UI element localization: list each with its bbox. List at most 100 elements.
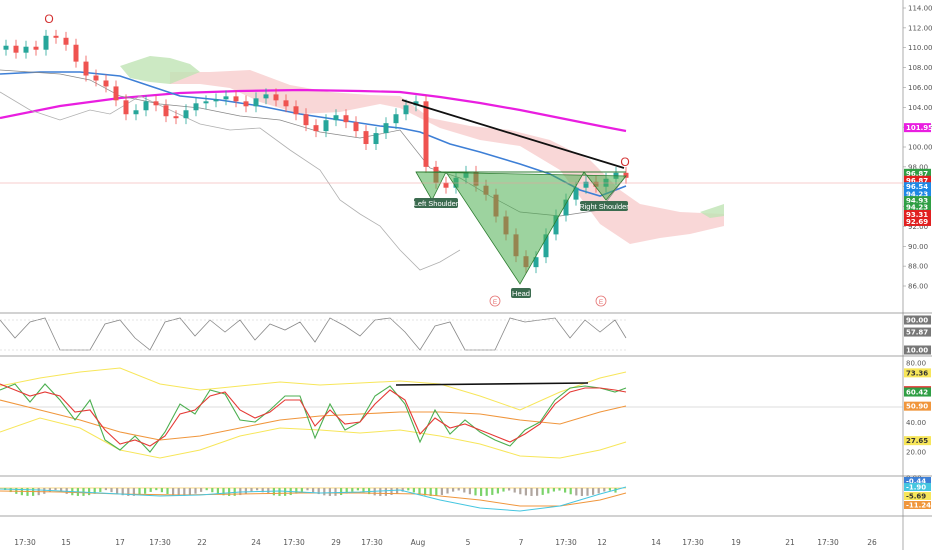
candle-body [363, 131, 369, 145]
candle-body [423, 101, 429, 167]
macd-hist-bar [608, 488, 611, 491]
rsi-tick-label: 57.87 [906, 329, 928, 337]
stoch-red-d [0, 383, 627, 447]
macd-hist-bar [205, 488, 208, 491]
macd-tick-label: -11.24 [906, 502, 931, 510]
stoch-upper-yellow [0, 367, 627, 411]
macd-hist-bar [351, 488, 354, 492]
macd-hist-bar [211, 488, 214, 493]
macd-tick-label: -5.69 [906, 493, 926, 501]
rsi-line [0, 317, 627, 351]
candle-body [383, 123, 389, 134]
stoch-tick-label: 50.90 [906, 403, 928, 411]
candle-body [113, 86, 119, 101]
macd-hist-bar [468, 488, 471, 495]
candle-body [23, 46, 29, 53]
event-marker-1: E [489, 295, 501, 307]
macd-hist-bar [256, 488, 259, 491]
macd-hist-bar [155, 488, 158, 491]
candle-body [133, 110, 139, 115]
macd-hist-bar [446, 488, 449, 494]
price-tick-label: 88.00 [908, 263, 928, 271]
macd-panel: 0.00-0.44-1.90-5.69-11.24 [0, 475, 931, 512]
macd-hist-bar [356, 488, 359, 491]
time-tick-label: 14 [651, 538, 661, 547]
time-tick-label: 19 [731, 538, 741, 547]
macd-hist-bar [586, 488, 589, 496]
time-tick-label: 15 [61, 538, 71, 547]
candle-body [293, 106, 299, 115]
head-label: Head [511, 288, 531, 298]
macd-hist-bar [480, 488, 483, 496]
time-tick-label: 7 [519, 538, 524, 547]
candle-body [243, 101, 249, 107]
time-tick-label: 17:30 [14, 538, 36, 547]
macd-hist-bar [603, 488, 606, 492]
macd-hist-bar [88, 488, 91, 496]
macd-hist-bar [300, 488, 303, 492]
candle-body [103, 80, 109, 87]
candle-body [123, 100, 129, 115]
macd-hist-bar [597, 488, 600, 494]
candle-body [263, 94, 269, 99]
macd-hist-bar [244, 488, 247, 494]
macd-hist-bar [116, 488, 119, 494]
price-tick-label: 104.00 [908, 104, 932, 112]
candle-body [53, 35, 59, 38]
macd-hist-bar [149, 488, 152, 492]
macd-hist-bar [194, 488, 197, 494]
price-tick-label: 106.00 [908, 84, 932, 92]
price-tick-label: 112.00 [908, 24, 932, 32]
macd-hist-bar [435, 488, 438, 496]
macd-hist-bar [407, 488, 410, 491]
time-tick-label: 12 [597, 538, 607, 547]
macd-hist-bar [323, 488, 326, 496]
stoch-tick-label: 80.00 [906, 360, 926, 368]
candle-body [33, 46, 39, 50]
time-tick-label: 5 [466, 538, 471, 547]
candle-body [193, 103, 199, 111]
svg-text:Right Shoulder: Right Shoulder [579, 202, 629, 211]
price-tags: 101.9596.8796.8796.5494.2394.9394.2393.3… [904, 123, 932, 226]
candle-body [233, 96, 239, 102]
stoch-tick-label: 27.65 [906, 437, 928, 445]
macd-hist-bar [110, 488, 113, 493]
rsi-tick-label: 90.00 [906, 317, 928, 325]
macd-histogram [4, 488, 617, 496]
macd-hist-bar [474, 488, 477, 496]
candle-body [83, 61, 89, 76]
stoch-tick-label: 40.00 [906, 419, 926, 427]
candle-body [393, 114, 399, 124]
left-shoulder-label: Left Shoulder [414, 198, 459, 208]
macd-hist-bar [396, 488, 399, 494]
macd-hist-bar [440, 488, 443, 495]
candle-body [323, 120, 329, 132]
rsi-panel: 90.00 57.87 10.00 [0, 315, 931, 355]
macd-hist-bar [485, 488, 488, 496]
stochastic-panel: 80.0073.3661.3760.4250.9040.0027.6520.00 [0, 360, 931, 459]
time-tick-label: 17:30 [555, 538, 577, 547]
time-tick-label: 21 [785, 538, 795, 547]
time-tick-label: 17:30 [361, 538, 383, 547]
time-tick-label: 17:30 [283, 538, 305, 547]
price-axis: 114.00112.00110.00108.00106.00104.00102.… [903, 5, 932, 291]
macd-hist-bar [508, 488, 511, 491]
candle-body [223, 96, 229, 100]
macd-hist-bar [306, 488, 309, 491]
macd-hist-bar [312, 488, 315, 493]
time-tick-label: Aug [411, 538, 426, 547]
candle-body [403, 105, 409, 115]
stoch-tick-label: 20.00 [906, 449, 926, 457]
time-tick-label: 24 [251, 538, 261, 547]
macd-hist-bar [172, 488, 175, 496]
macd-hist-bar [569, 488, 572, 495]
macd-hist-bar [284, 488, 287, 496]
time-tick-label: 17:30 [682, 538, 704, 547]
svg-text:E: E [493, 299, 498, 306]
chart-canvas: Left Shoulder Head Right Shoulder O O E … [0, 0, 932, 550]
time-axis: 17:30 15 17 17:30 22 24 17:30 29 17:30 Aug 5 7 17:30… [14, 538, 877, 547]
candle-body [173, 116, 179, 119]
stochastic-axis: 80.0073.3661.3760.4250.9040.0027.6520.00 [904, 360, 931, 457]
price-tag-label: 92.69 [906, 218, 928, 226]
macd-hist-bar [412, 488, 415, 493]
